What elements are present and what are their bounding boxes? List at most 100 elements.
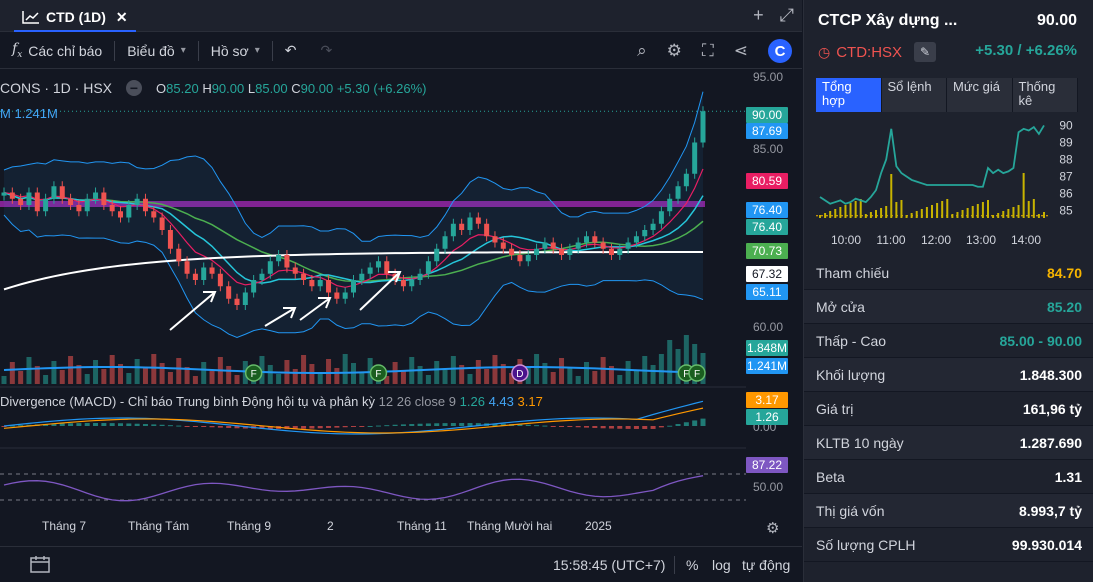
candle-body (642, 230, 648, 237)
quote-row-value: 99.930.014 (1011, 536, 1082, 553)
candle-body (367, 267, 373, 274)
volume-bar (584, 362, 589, 384)
intraday-volume-bar (824, 213, 827, 218)
tab-statistics[interactable]: Thống kê (1013, 78, 1078, 112)
macd-histogram-bar (625, 426, 631, 429)
candle-body (542, 242, 548, 249)
volume-bar (109, 355, 115, 384)
candle-body (625, 242, 631, 249)
volume-bar (450, 356, 456, 384)
tab-orderbook[interactable]: Sổ lệnh (882, 78, 947, 112)
intraday-volume-bar (966, 208, 969, 218)
macd-histogram-bar (667, 425, 673, 427)
volume-bar (68, 356, 74, 384)
volume-bar (317, 373, 323, 384)
volume-bar (126, 373, 132, 384)
macd-histogram-bar (309, 426, 315, 429)
candle-body (584, 236, 589, 243)
quote-row-label: Khối lượng (816, 366, 886, 383)
log-scale-button[interactable]: log (712, 557, 731, 573)
intraday-volume-bar (834, 209, 837, 218)
macd-histogram-bar (409, 424, 415, 426)
time-label: Tháng 9 (227, 519, 272, 533)
macd-histogram-bar (142, 424, 148, 426)
intraday-volume-bar (864, 214, 867, 218)
chart-type-dropdown[interactable]: Biểu đồ ▾ (115, 33, 198, 68)
redo-button[interactable]: ↷ (308, 33, 344, 68)
macd-histogram-bar (68, 423, 74, 426)
quote-row-value: 1.287.690 (1019, 434, 1082, 451)
quote-row-value: 84.70 (1046, 264, 1082, 281)
candle-body (525, 255, 531, 262)
candle-body (118, 211, 123, 218)
event-marker: D (511, 364, 529, 382)
volume-bar (625, 361, 631, 384)
price-axis-label: 85.00 (753, 142, 784, 156)
intraday-volume-bar (951, 214, 954, 218)
candle-body (109, 205, 115, 212)
price-legend: CONS · 1D · HSX − O85.20 H90.00 L85.00 C… (0, 80, 426, 96)
undo-button[interactable]: ↶ (273, 33, 309, 68)
volume-bar (559, 358, 565, 384)
time-label: 2025 (585, 519, 612, 533)
intraday-volume-bar (910, 213, 913, 218)
gear-icon[interactable]: ⚙ (667, 41, 682, 61)
close-tab-icon[interactable]: ✕ (116, 9, 128, 26)
candle-body (34, 192, 40, 212)
macd-histogram-bar (434, 423, 440, 426)
candle-body (459, 223, 465, 230)
volume-bar (550, 372, 556, 384)
intraday-volume-bar (1032, 199, 1035, 218)
volume-bar (209, 371, 215, 384)
macd-histogram-bar (317, 426, 323, 429)
macd-histogram-bar (650, 426, 656, 429)
add-tab-icon[interactable]: + (753, 5, 764, 26)
price-badge: 87.69 (746, 123, 788, 139)
intraday-volume-bar (971, 206, 974, 218)
expand-icon[interactable]: ⤢ (780, 5, 794, 26)
price-badge: 80.59 (746, 173, 788, 189)
candle-body (242, 292, 248, 305)
candle-body (658, 211, 664, 224)
collapse-legend-icon[interactable]: − (126, 80, 143, 96)
price-axis-label: 95.00 (753, 70, 784, 84)
quote-row-label: Mở cửa (816, 298, 865, 315)
axis-settings-icon[interactable]: ⚙ (766, 519, 779, 537)
intraday-volume-bar (961, 210, 964, 218)
brand-logo-icon[interactable]: C (768, 39, 792, 63)
candle-body (351, 280, 356, 293)
auto-scale-button[interactable]: tự động (742, 557, 790, 573)
volume-bar (9, 362, 15, 384)
volume-bar (575, 376, 581, 384)
macd-histogram-bar (525, 424, 531, 426)
tab-price-levels[interactable]: Mức giá (947, 78, 1013, 112)
candle-body (484, 223, 490, 237)
intraday-x-label: 11:00 (876, 233, 905, 247)
indicators-button[interactable]: fx Các chỉ báo (0, 33, 114, 68)
fullscreen-icon[interactable]: ⛶ (702, 41, 714, 61)
candle-body (475, 217, 481, 224)
candle-body (209, 267, 215, 274)
candle-body (18, 198, 24, 205)
rsi-line (3, 475, 704, 502)
chart-tab[interactable]: CTD (1D) ✕ (14, 4, 136, 32)
candle-body (1, 192, 7, 196)
candle-body (176, 248, 182, 262)
chart-canvas[interactable]: FFDFF (0, 70, 802, 516)
candle-body (93, 192, 99, 199)
price-badge: 76.40 (746, 219, 788, 235)
profile-dropdown[interactable]: Hồ sơ ▾ (199, 33, 272, 68)
zoom-search-icon[interactable]: ⌕ (637, 41, 647, 61)
intraday-volume-bar (925, 207, 928, 218)
candle-body (9, 192, 15, 199)
share-icon[interactable]: ⋖ (734, 41, 748, 61)
edit-icon[interactable]: ✎ (914, 42, 937, 62)
calendar-icon[interactable] (30, 555, 50, 573)
quote-row: Beta 1.31 (804, 460, 1093, 494)
chart-area[interactable]: FFDFF CONS · 1D · HSX − O85.20 H90.00 L8… (0, 70, 802, 546)
percent-scale-button[interactable]: % (686, 557, 698, 573)
intraday-volume-bar (880, 208, 883, 218)
tab-summary[interactable]: Tổng hợp (816, 78, 882, 112)
candle-body (559, 248, 565, 255)
intraday-volume-bar (915, 211, 918, 218)
